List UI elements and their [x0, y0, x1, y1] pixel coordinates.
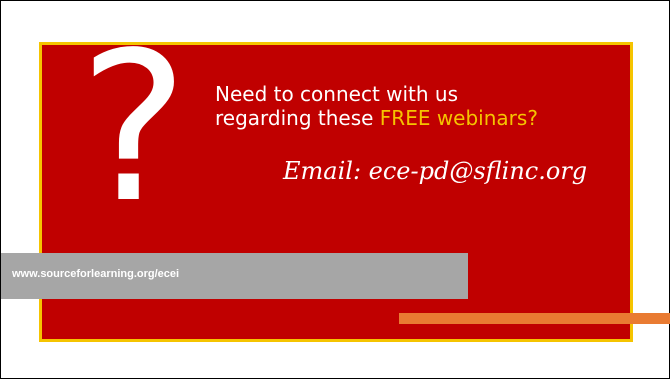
free-webinars-highlight: FREE webinars?: [379, 106, 538, 130]
heading-line-2-prefix: regarding these: [215, 106, 380, 130]
heading-line-1: Need to connect with us: [215, 82, 459, 106]
email-text: Email: ece-pd@sflinc.org: [283, 157, 588, 185]
contact-heading: Need to connect with us regarding these …: [215, 82, 538, 130]
url-bar: www.sourceforlearning.org/ecei: [1, 253, 468, 299]
slide: ? Need to connect with us regarding thes…: [0, 0, 670, 379]
accent-bar: [399, 313, 670, 324]
heading-line-2: regarding these FREE webinars?: [215, 106, 538, 130]
question-mark-icon: ?: [79, 8, 189, 248]
website-url: www.sourceforlearning.org/ecei: [12, 268, 180, 280]
